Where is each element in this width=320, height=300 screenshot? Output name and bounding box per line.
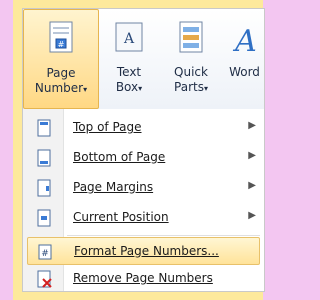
quick-parts-label-line1: Quick — [174, 65, 208, 79]
page-number-label-line1: Page — [46, 66, 76, 80]
wordart-button[interactable]: A Word — [225, 9, 264, 109]
menu-item-label: Top of Page — [73, 120, 142, 134]
text-box-label-line1: Text — [116, 65, 142, 79]
current-position-icon — [37, 209, 51, 227]
svg-text:#: # — [41, 249, 49, 259]
chevron-down-icon: ▾ — [203, 84, 208, 93]
page-number-icon: # — [49, 21, 73, 53]
menu-item-page-margins[interactable]: Page Margins ▶ — [27, 174, 260, 202]
quick-parts-label-line2: Parts — [174, 80, 204, 94]
wordart-label: Word — [229, 65, 260, 79]
chevron-down-icon: ▾ — [83, 85, 88, 94]
page-number-menu: Top of Page ▶ Bottom of Page ▶ Page Marg… — [23, 109, 264, 291]
page-number-label-line2: Number — [34, 81, 84, 95]
insert-ribbon: # Page Number▾ A Text Box▾ Quick Parts▾ … — [23, 9, 264, 109]
quick-parts-button[interactable]: Quick Parts▾ — [165, 9, 217, 109]
menu-item-current-position[interactable]: Current Position ▶ — [27, 204, 260, 232]
page-margins-icon — [37, 179, 51, 197]
page-top-icon — [37, 119, 51, 137]
menu-item-top-of-page[interactable]: Top of Page ▶ — [27, 114, 260, 142]
submenu-arrow-icon: ▶ — [248, 180, 256, 191]
text-box-icon: A — [115, 22, 143, 52]
text-box-button[interactable]: A Text Box▾ — [105, 9, 153, 109]
menu-item-label: Bottom of Page — [73, 150, 166, 164]
menu-item-label: Page Margins — [73, 180, 154, 194]
svg-text:A: A — [123, 31, 135, 47]
chevron-down-icon: ▾ — [138, 84, 143, 93]
submenu-arrow-icon: ▶ — [248, 150, 256, 161]
submenu-arrow-icon: ▶ — [248, 210, 256, 221]
word-ribbon-panel: # Page Number▾ A Text Box▾ Quick Parts▾ … — [22, 8, 265, 292]
format-page-numbers-icon: # — [38, 244, 52, 260]
submenu-arrow-icon: ▶ — [248, 120, 256, 131]
menu-item-label: Remove Page Numbers — [73, 271, 213, 285]
svg-text:#: # — [58, 40, 65, 49]
menu-item-bottom-of-page[interactable]: Bottom of Page ▶ — [27, 144, 260, 172]
page-number-button[interactable]: # Page Number▾ — [23, 9, 99, 109]
menu-separator — [67, 235, 260, 236]
text-box-label-line2: Box — [115, 80, 139, 94]
menu-item-remove-page-numbers[interactable]: Remove Page Numbers — [27, 265, 260, 293]
page-bottom-icon — [37, 149, 51, 167]
svg-text:A: A — [232, 24, 257, 59]
remove-page-numbers-icon — [37, 270, 52, 288]
menu-item-label: Format Page Numbers... — [74, 244, 219, 258]
quick-parts-icon — [179, 21, 203, 53]
menu-item-format-page-numbers[interactable]: # Format Page Numbers... — [27, 237, 260, 265]
wordart-icon: A — [232, 24, 257, 59]
menu-item-label: Current Position — [73, 210, 169, 224]
